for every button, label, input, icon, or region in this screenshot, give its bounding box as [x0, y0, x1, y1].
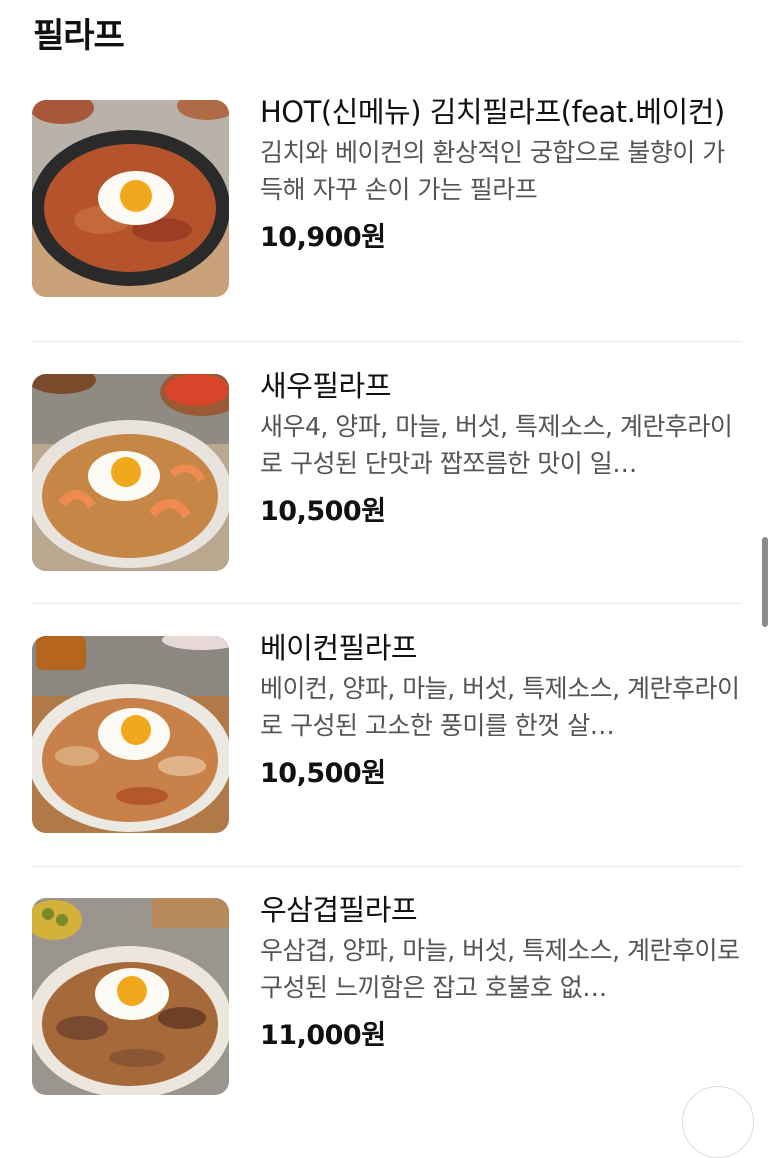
menu-item-name: 베이컨필라프: [260, 631, 418, 665]
menu-item-name: 새우필라프: [260, 369, 391, 403]
beef-brisket-pilaf-photo: [32, 898, 229, 1095]
section-title: 필라프: [33, 16, 125, 56]
menu-item-description: 우삼겹, 양파, 마늘, 버섯, 특제소스, 계란후이로 구성된 느끼함은 잡고…: [260, 936, 740, 1002]
divider: [32, 603, 742, 604]
menu-item-info: 베이컨필라프 베이컨, 양파, 마늘, 버섯, 특제소스, 계란후라이로 구성된…: [260, 626, 740, 790]
divider: [32, 341, 742, 342]
menu-item-price: 10,500원: [260, 496, 386, 527]
kimchi-pilaf-image[interactable]: [32, 100, 229, 297]
menu-item-name: HOT(신메뉴) 김치필라프(feat.베이컨): [260, 95, 725, 129]
menu-item-info: 우삼겹필라프 우삼겹, 양파, 마늘, 버섯, 특제소스, 계란후이로 구성된 …: [260, 888, 740, 1052]
menu-item-description: 베이컨, 양파, 마늘, 버섯, 특제소스, 계란후라이로 구성된 고소한 풍미…: [260, 674, 740, 740]
menu-item-description: 김치와 베이컨의 환상적인 궁합으로 불향이 가득해 자꾸 손이 가는 필라프: [260, 138, 725, 204]
shrimp-pilaf-photo: [32, 374, 229, 571]
menu-item-info: HOT(신메뉴) 김치필라프(feat.베이컨) 김치와 베이컨의 환상적인 궁…: [260, 90, 740, 254]
bacon-pilaf-photo: [32, 636, 229, 833]
menu-item-name: 우삼겹필라프: [260, 893, 418, 927]
menu-item-info: 새우필라프 새우4, 양파, 마늘, 버섯, 특제소스, 계란후라이로 구성된 …: [260, 364, 740, 528]
kimchi-pilaf-photo: [32, 100, 229, 297]
menu-item-price: 10,500원: [260, 758, 386, 789]
menu-item-price: 10,900원: [260, 222, 386, 253]
scrollbar[interactable]: [762, 537, 768, 627]
menu-item-description: 새우4, 양파, 마늘, 버섯, 특제소스, 계란후라이로 구성된 단맛과 짭쪼…: [260, 412, 733, 478]
floating-button[interactable]: [682, 1086, 754, 1158]
bacon-pilaf-image[interactable]: [32, 636, 229, 833]
shrimp-pilaf-image[interactable]: [32, 374, 229, 571]
divider: [32, 866, 742, 867]
menu-item-price: 11,000원: [260, 1020, 386, 1051]
beef-brisket-pilaf-image[interactable]: [32, 898, 229, 1095]
